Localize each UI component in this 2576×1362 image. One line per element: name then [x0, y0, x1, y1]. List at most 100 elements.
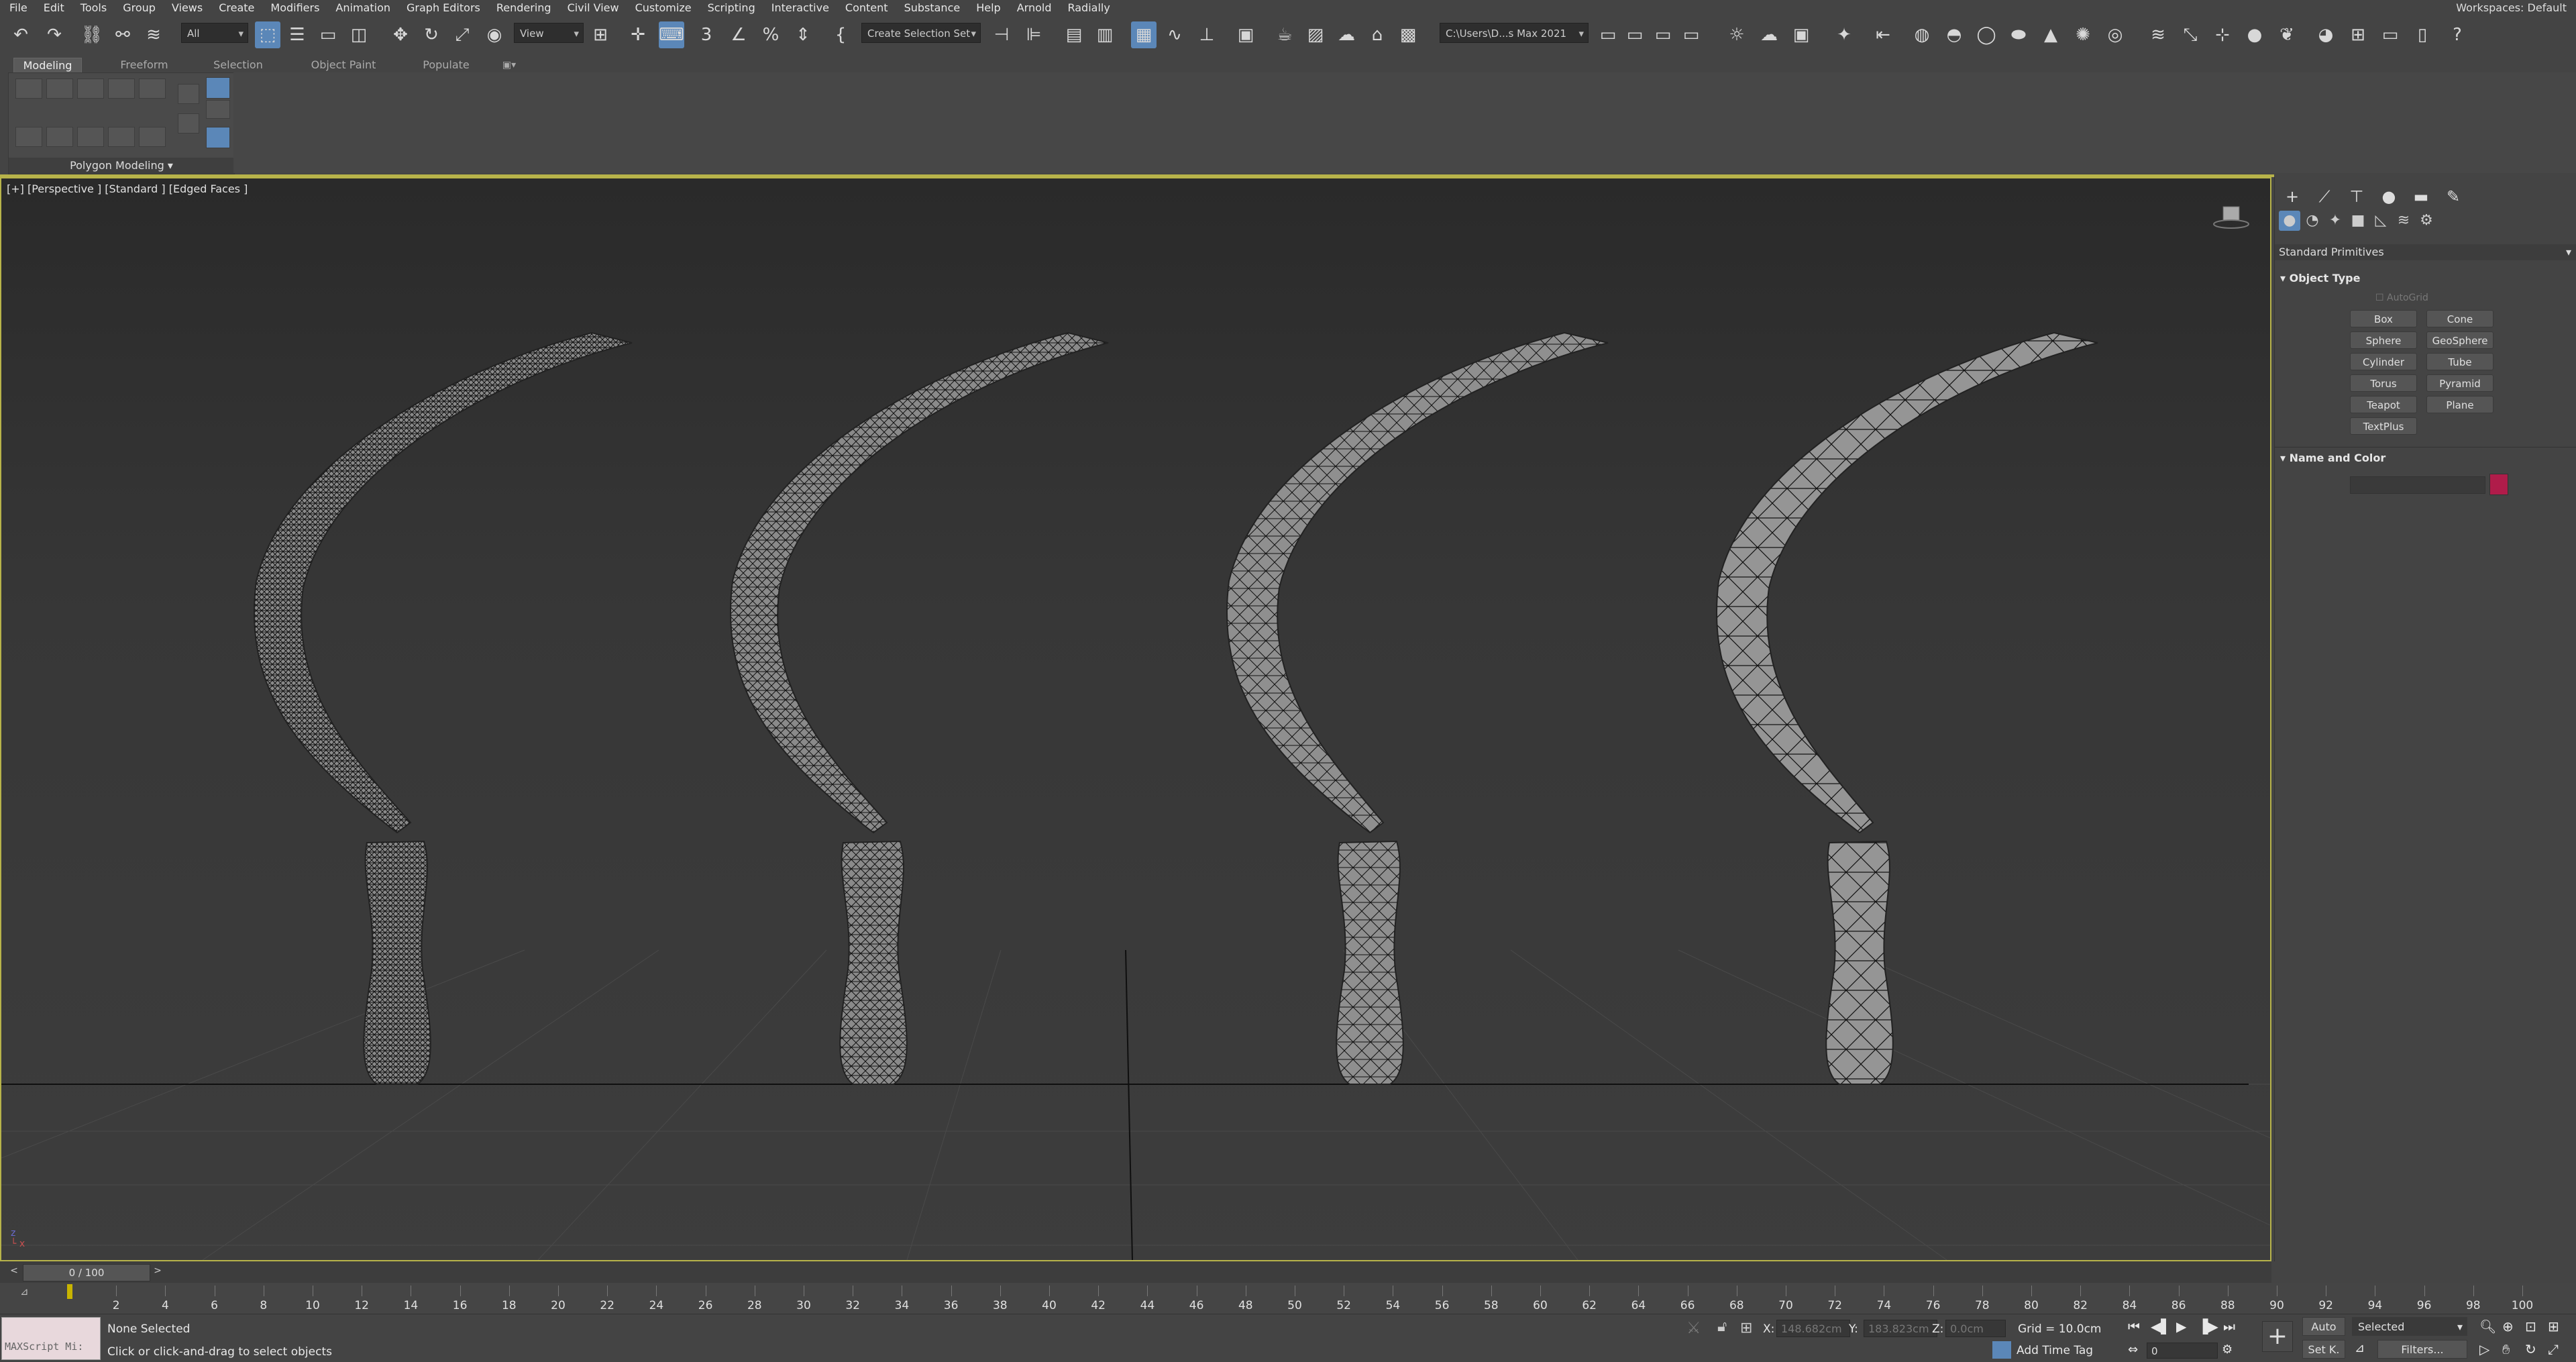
window-crossing-icon[interactable]: ◫: [347, 21, 370, 48]
object-type-rollout[interactable]: ▾ Object Type: [2280, 270, 2571, 287]
leaf-icon[interactable]: ❦: [2275, 21, 2298, 48]
auto-key-button[interactable]: Auto: [2302, 1317, 2345, 1336]
menu-create[interactable]: Create: [211, 0, 262, 15]
rectangular-selection-icon[interactable]: ▭: [317, 21, 339, 48]
time-slider[interactable]: < 0 / 100 >: [0, 1261, 2271, 1283]
menu-tools[interactable]: Tools: [72, 0, 115, 15]
menu-customize[interactable]: Customize: [627, 0, 700, 15]
material-editor-icon[interactable]: ▣: [1234, 21, 1257, 48]
element-icon[interactable]: [139, 78, 166, 99]
folder-icon[interactable]: ▭: [1652, 21, 1674, 48]
selection-lock-icon[interactable]: 🔓︎: [1717, 1318, 1727, 1335]
menu-views[interactable]: Views: [164, 0, 211, 15]
sphere-icon[interactable]: ●: [2243, 21, 2266, 48]
next-key-icon[interactable]: ▐▶: [2198, 1318, 2218, 1334]
systems-icon[interactable]: ⚙: [2416, 211, 2437, 231]
menu-group[interactable]: Group: [115, 0, 164, 15]
cloud-icon[interactable]: ☁: [1758, 21, 1780, 48]
collapse-stack-icon[interactable]: [46, 127, 73, 147]
angle-snap-icon[interactable]: ∠: [727, 21, 750, 48]
modify-selection-icon[interactable]: [206, 127, 230, 148]
play-icon[interactable]: ▶: [2176, 1318, 2186, 1334]
save-folder-icon[interactable]: ▭: [1680, 21, 1703, 48]
edge-icon[interactable]: [46, 78, 73, 99]
modify-tab-icon[interactable]: ⟋: [2312, 187, 2337, 207]
field-of-view-icon[interactable]: ▷: [2479, 1341, 2489, 1357]
menu-file[interactable]: File: [0, 0, 36, 15]
select-by-name-icon[interactable]: ☰: [286, 21, 309, 48]
project-folder-icon[interactable]: ▭: [1597, 21, 1619, 48]
undo-icon[interactable]: ↶: [9, 21, 32, 48]
zoom-icon[interactable]: 🔍︎: [2479, 1318, 2496, 1334]
workspace-value[interactable]: Default: [2528, 1, 2567, 14]
menu-graph-editors[interactable]: Graph Editors: [398, 0, 488, 15]
rendered-frame-window-icon[interactable]: ▨: [1304, 21, 1327, 48]
zoom-extents-icon[interactable]: ⊡: [2525, 1318, 2536, 1334]
arnold-sun-icon[interactable]: ✺: [2072, 21, 2094, 48]
move-icon[interactable]: ✥: [389, 21, 412, 48]
menu-substance[interactable]: Substance: [896, 0, 969, 15]
redo-icon[interactable]: ↷: [43, 21, 66, 48]
helpers-icon[interactable]: ◺: [2370, 211, 2392, 231]
select-object-icon[interactable]: ⬚: [255, 21, 280, 48]
lights-icon[interactable]: ✦: [2324, 211, 2346, 231]
link-icon[interactable]: ⛓: [80, 21, 103, 48]
maximize-viewport-icon[interactable]: ⤢: [2548, 1341, 2559, 1357]
edit-named-selection-icon[interactable]: {: [829, 21, 852, 48]
tab-object-paint[interactable]: Object Paint: [302, 58, 385, 72]
cylinder-button[interactable]: Cylinder: [2350, 353, 2417, 370]
menu-edit[interactable]: Edit: [36, 0, 72, 15]
schematic-view-icon[interactable]: ⊥: [1195, 21, 1218, 48]
render-setup-icon[interactable]: ☕: [1273, 21, 1296, 48]
arnold-sky-icon[interactable]: ◎: [2104, 21, 2127, 48]
box-button[interactable]: Box: [2350, 310, 2417, 327]
maxscript-listener[interactable]: MAXScript Mi:: [1, 1317, 101, 1360]
key-filter-dropdown[interactable]: Selected ▾: [2352, 1317, 2467, 1336]
graph-icon[interactable]: ⤡: [2179, 21, 2202, 48]
primitive-category-dropdown[interactable]: Standard Primitives ▾: [2275, 244, 2576, 260]
connect-icon[interactable]: ⊹: [2211, 21, 2234, 48]
curve-editor-icon[interactable]: ∿: [1163, 21, 1186, 48]
motion-tab-icon[interactable]: ●: [2377, 187, 2401, 207]
zoom-all-icon[interactable]: ⊕: [2502, 1318, 2514, 1334]
named-selection-dropdown[interactable]: Create Selection Set: [861, 23, 981, 44]
menu-rendering[interactable]: Rendering: [488, 0, 559, 15]
next-modifier-icon[interactable]: [178, 113, 199, 134]
key-filters-button[interactable]: Filters...: [2377, 1340, 2467, 1359]
cameras-icon[interactable]: ■: [2347, 211, 2369, 231]
grid-icon[interactable]: ⊞: [2347, 21, 2369, 48]
arnold-dome-icon[interactable]: ◓: [1943, 21, 1966, 48]
toggle-ribbon-icon[interactable]: ▦: [1131, 21, 1157, 48]
menu-radially[interactable]: Radially: [1059, 0, 1118, 15]
tube-button[interactable]: Tube: [2426, 353, 2493, 370]
textplus-button[interactable]: TextPlus: [2350, 417, 2417, 435]
add-time-tag[interactable]: Add Time Tag: [2017, 1344, 2093, 1357]
tab-freeform[interactable]: Freeform: [107, 58, 181, 72]
show-end-result-icon[interactable]: [77, 127, 104, 147]
render-production-icon[interactable]: ☁: [1335, 21, 1358, 48]
cone-button[interactable]: Cone: [2426, 310, 2493, 327]
sphere-button[interactable]: Sphere: [2350, 331, 2417, 349]
torus-button[interactable]: Torus: [2350, 374, 2417, 392]
sickle-model-medium[interactable]: [730, 331, 1109, 1085]
time-config-icon[interactable]: ⚙: [2222, 1343, 2233, 1357]
scale-icon[interactable]: ⤢: [451, 21, 474, 48]
orbit-icon[interactable]: ↻: [2525, 1341, 2536, 1357]
pan-view-icon[interactable]: ✋︎: [2502, 1341, 2510, 1357]
menu-civil-view[interactable]: Civil View: [559, 0, 627, 15]
current-frame-field[interactable]: 0: [2147, 1343, 2218, 1359]
arrow-icon[interactable]: ⇤: [1872, 21, 1894, 48]
unlink-icon[interactable]: ⚯: [111, 21, 134, 48]
keyboard-shortcut-override-icon[interactable]: ⌨: [659, 21, 684, 48]
ribbon-options-icon[interactable]: ▣▾: [499, 58, 519, 72]
arnold-light-icon[interactable]: ◍: [1911, 21, 1933, 48]
selection-filter-dropdown[interactable]: All: [181, 23, 248, 44]
absolute-mode-icon[interactable]: ⊞: [1740, 1320, 1752, 1337]
pyramid-button[interactable]: Pyramid: [2426, 374, 2493, 392]
scene-explorer-icon[interactable]: ▤: [1063, 21, 1085, 48]
geosphere-button[interactable]: GeoSphere: [2426, 331, 2493, 349]
viewcube-icon[interactable]: [2212, 205, 2250, 231]
teapot-button[interactable]: Teapot: [2350, 396, 2417, 413]
window-icon[interactable]: ▭: [2379, 21, 2402, 48]
tab-selection[interactable]: Selection: [201, 58, 275, 72]
